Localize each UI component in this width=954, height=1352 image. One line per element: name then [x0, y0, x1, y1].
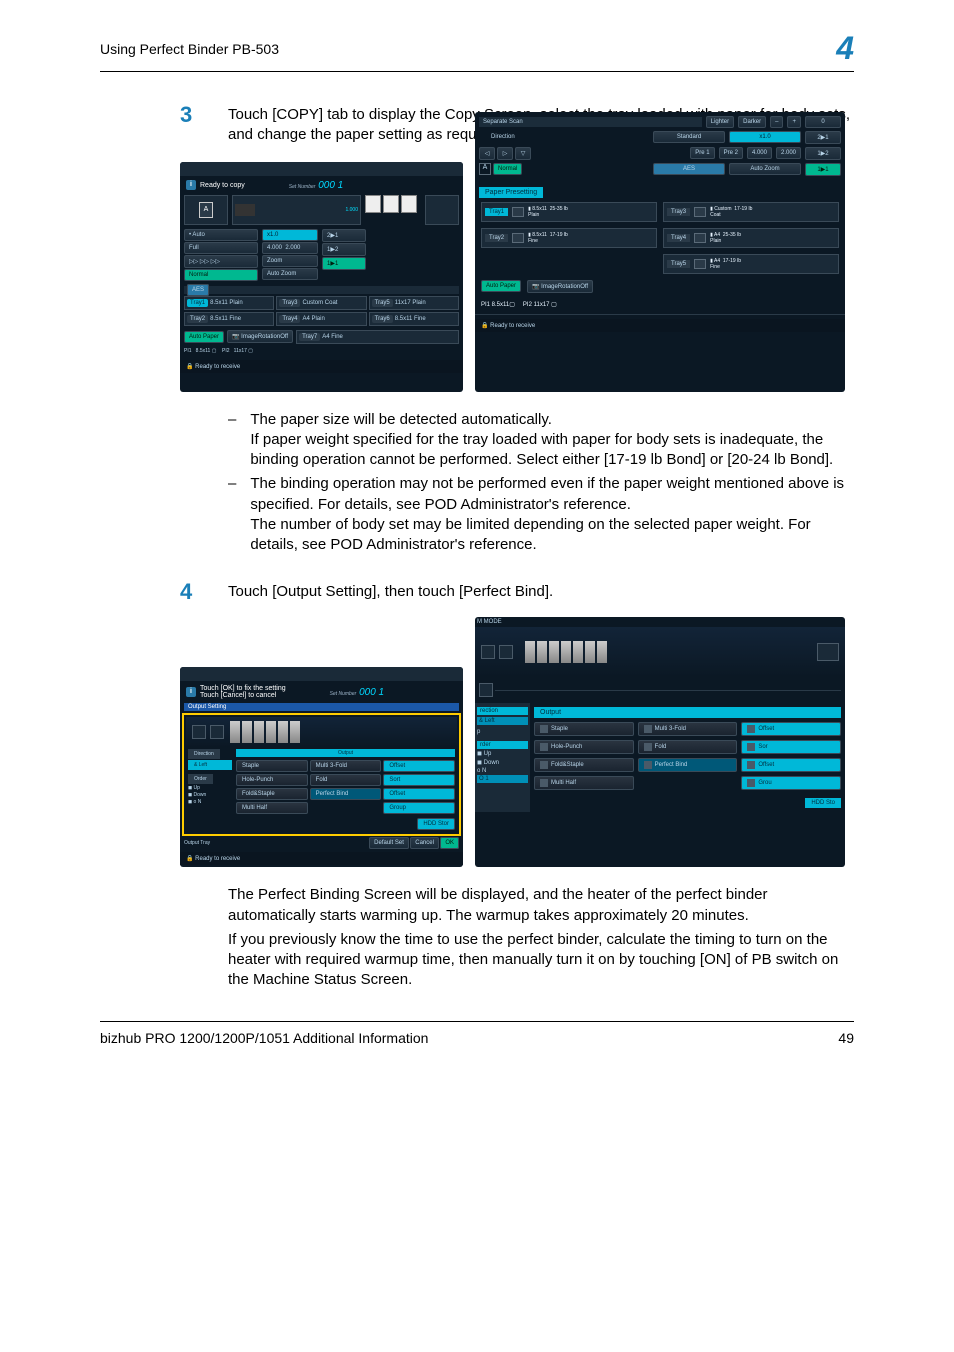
footer-left: bizhub PRO 1200/1200P/1051 Additional In…: [100, 1030, 428, 1046]
tray-icon: [512, 207, 524, 217]
aes-area: AES: [184, 286, 459, 294]
plus-btn[interactable]: +: [787, 116, 801, 128]
cancel-hint: Touch [Cancel] to cancel: [200, 692, 286, 699]
step-4-number: 4: [180, 579, 228, 605]
tray5[interactable]: Tray5 ▮ A4 17-19 lbFine: [663, 254, 839, 274]
auto-paper-btn[interactable]: Auto Paper: [184, 331, 224, 343]
op-icon-1[interactable]: [481, 645, 495, 659]
normal-btn[interactable]: Normal: [184, 269, 258, 281]
bullet-2: The binding operation may not be perform…: [250, 475, 844, 512]
bullet-dash: –: [228, 474, 236, 555]
x10-btn[interactable]: x1.0: [729, 131, 801, 143]
ok-hint: Touch [OK] to fix the setting: [200, 685, 286, 692]
output-setting-screen-small: i Touch [OK] to fix the setting Touch [C…: [180, 667, 463, 867]
aes-btn-lg[interactable]: AES: [653, 163, 725, 175]
full-btn[interactable]: Full: [184, 242, 258, 254]
direction-tab[interactable]: rection: [477, 707, 528, 715]
standard-btn[interactable]: Standard: [653, 131, 725, 143]
rotate-btn[interactable]: ▷▷ ▷▷ ▷▷: [184, 255, 258, 268]
lock-icon: 🔒: [186, 364, 193, 370]
on-option[interactable]: o N: [477, 767, 528, 775]
two-one-btn[interactable]: 2▶1: [805, 131, 841, 144]
dir-left-icon[interactable]: ◁: [479, 147, 495, 160]
info-icon: i: [186, 687, 196, 697]
tray-icon: [694, 207, 706, 217]
paper-presetting-label[interactable]: Paper Presetting: [479, 187, 543, 198]
v2000[interactable]: 2.000: [776, 147, 801, 159]
info-icon: i: [186, 180, 196, 190]
op-icon-2[interactable]: [499, 645, 513, 659]
copy-screen-small: i Ready to copy Set Number 000 1 A 1.000…: [180, 162, 463, 392]
up-option[interactable]: ◼ Up: [477, 749, 528, 758]
output-title: Output: [534, 707, 841, 718]
offset-btn-2[interactable]: Offset: [741, 758, 841, 772]
perfect-bind-btn[interactable]: Perfect Bind: [638, 758, 738, 772]
multi-3-fold-btn[interactable]: Multi 3-Fold: [638, 722, 738, 736]
tray-icon: [512, 233, 524, 243]
finisher-icon: [817, 643, 839, 661]
multi-half-btn[interactable]: Multi Half: [534, 776, 634, 790]
after-text-1: The Perfect Binding Screen will be displ…: [228, 885, 854, 926]
direction-label: Direction: [479, 134, 649, 140]
bullet-dash: –: [228, 410, 236, 471]
group-btn[interactable]: Grou: [741, 776, 841, 790]
image-rotation-off-btn[interactable]: 📷 ImageRotationOff: [527, 280, 593, 293]
order-tab[interactable]: rder: [477, 741, 528, 749]
hdd-store-btn[interactable]: HDD Sto: [805, 798, 841, 808]
bullet-2-cont: The number of body set may be limited de…: [250, 516, 810, 553]
output-setting-screen-large: M MODE: [475, 617, 845, 867]
tray4[interactable]: Tray4 ▮ A4 25-35 lbPlain: [663, 228, 839, 248]
header-title: Using Perfect Binder PB-503: [100, 41, 279, 57]
tray-icon: [694, 259, 706, 269]
fold-btn[interactable]: Fold: [638, 740, 738, 754]
auto-paper-btn-lg[interactable]: Auto Paper: [481, 280, 521, 292]
staple-btn[interactable]: Staple: [534, 722, 634, 736]
tray1[interactable]: Tray1 ▮ 8.5x11 25-35 lbPlain: [481, 202, 657, 222]
footer-page: 49: [838, 1030, 854, 1046]
darker-btn[interactable]: Darker: [738, 116, 766, 128]
minus-btn[interactable]: –: [770, 116, 783, 128]
tray-icon: [694, 233, 706, 243]
off-option[interactable]: O 1: [477, 775, 528, 783]
pi2: PI2 11x17 ▢: [523, 301, 557, 308]
normal-btn-lg[interactable]: Normal: [493, 163, 522, 175]
counter: Set Number 000 1: [289, 180, 344, 191]
dir-down-icon[interactable]: ▽: [515, 147, 531, 160]
pre1-btn[interactable]: Pre 1: [690, 147, 714, 159]
down-option[interactable]: ◼ Down: [477, 758, 528, 767]
bullet-1-cont: If paper weight specified for the tray l…: [250, 431, 833, 468]
mode-label: M MODE: [475, 617, 845, 627]
after-text-2: If you previously know the time to use t…: [228, 930, 854, 991]
op-icon-3[interactable]: [479, 683, 493, 697]
orientation-icon[interactable]: A: [199, 202, 213, 218]
zero-btn[interactable]: 0: [805, 116, 841, 128]
left-option[interactable]: & Left: [477, 717, 528, 725]
lighter-btn[interactable]: Lighter: [706, 116, 734, 128]
tray3[interactable]: Tray3 ▮ Custom 17-19 lbCoat: [663, 202, 839, 222]
section-number: 4: [836, 30, 854, 67]
output-setting-tab[interactable]: Output Setting: [184, 703, 459, 711]
left-option-p[interactable]: p: [477, 727, 528, 737]
auto-btn[interactable]: • Auto: [184, 229, 258, 241]
sort-btn[interactable]: Sor: [741, 740, 841, 754]
v4000[interactable]: 4.000: [747, 147, 772, 159]
lock-icon: 🔒: [481, 323, 488, 329]
copy-screen-large: Separate Scan Lighter Darker – + 0 Direc…: [475, 112, 845, 392]
step-3-number: 3: [180, 102, 228, 146]
hole-punch-btn[interactable]: Hole-Punch: [534, 740, 634, 754]
fold-staple-btn[interactable]: Fold&Staple: [534, 758, 634, 772]
bullet-1: The paper size will be detected automati…: [250, 411, 552, 428]
pre2-btn[interactable]: Pre 2: [719, 147, 743, 159]
auto-zoom-btn[interactable]: Auto Zoom: [729, 163, 801, 175]
ready-label: Ready to copy: [200, 182, 245, 189]
one-one-btn[interactable]: 1▶1: [805, 163, 841, 176]
separate-scan[interactable]: Separate Scan: [479, 117, 702, 127]
step-4-text: Touch [Output Setting], then touch [Perf…: [228, 579, 854, 605]
offset-btn-1[interactable]: Offset: [741, 722, 841, 736]
one-two-btn[interactable]: 1▶2: [805, 147, 841, 160]
pi1: PI1 8.5x11▢: [481, 301, 515, 308]
dir-right-icon[interactable]: ▷: [497, 147, 513, 160]
tray2[interactable]: Tray2 ▮ 8.5x11 17-19 lbFine: [481, 228, 657, 248]
